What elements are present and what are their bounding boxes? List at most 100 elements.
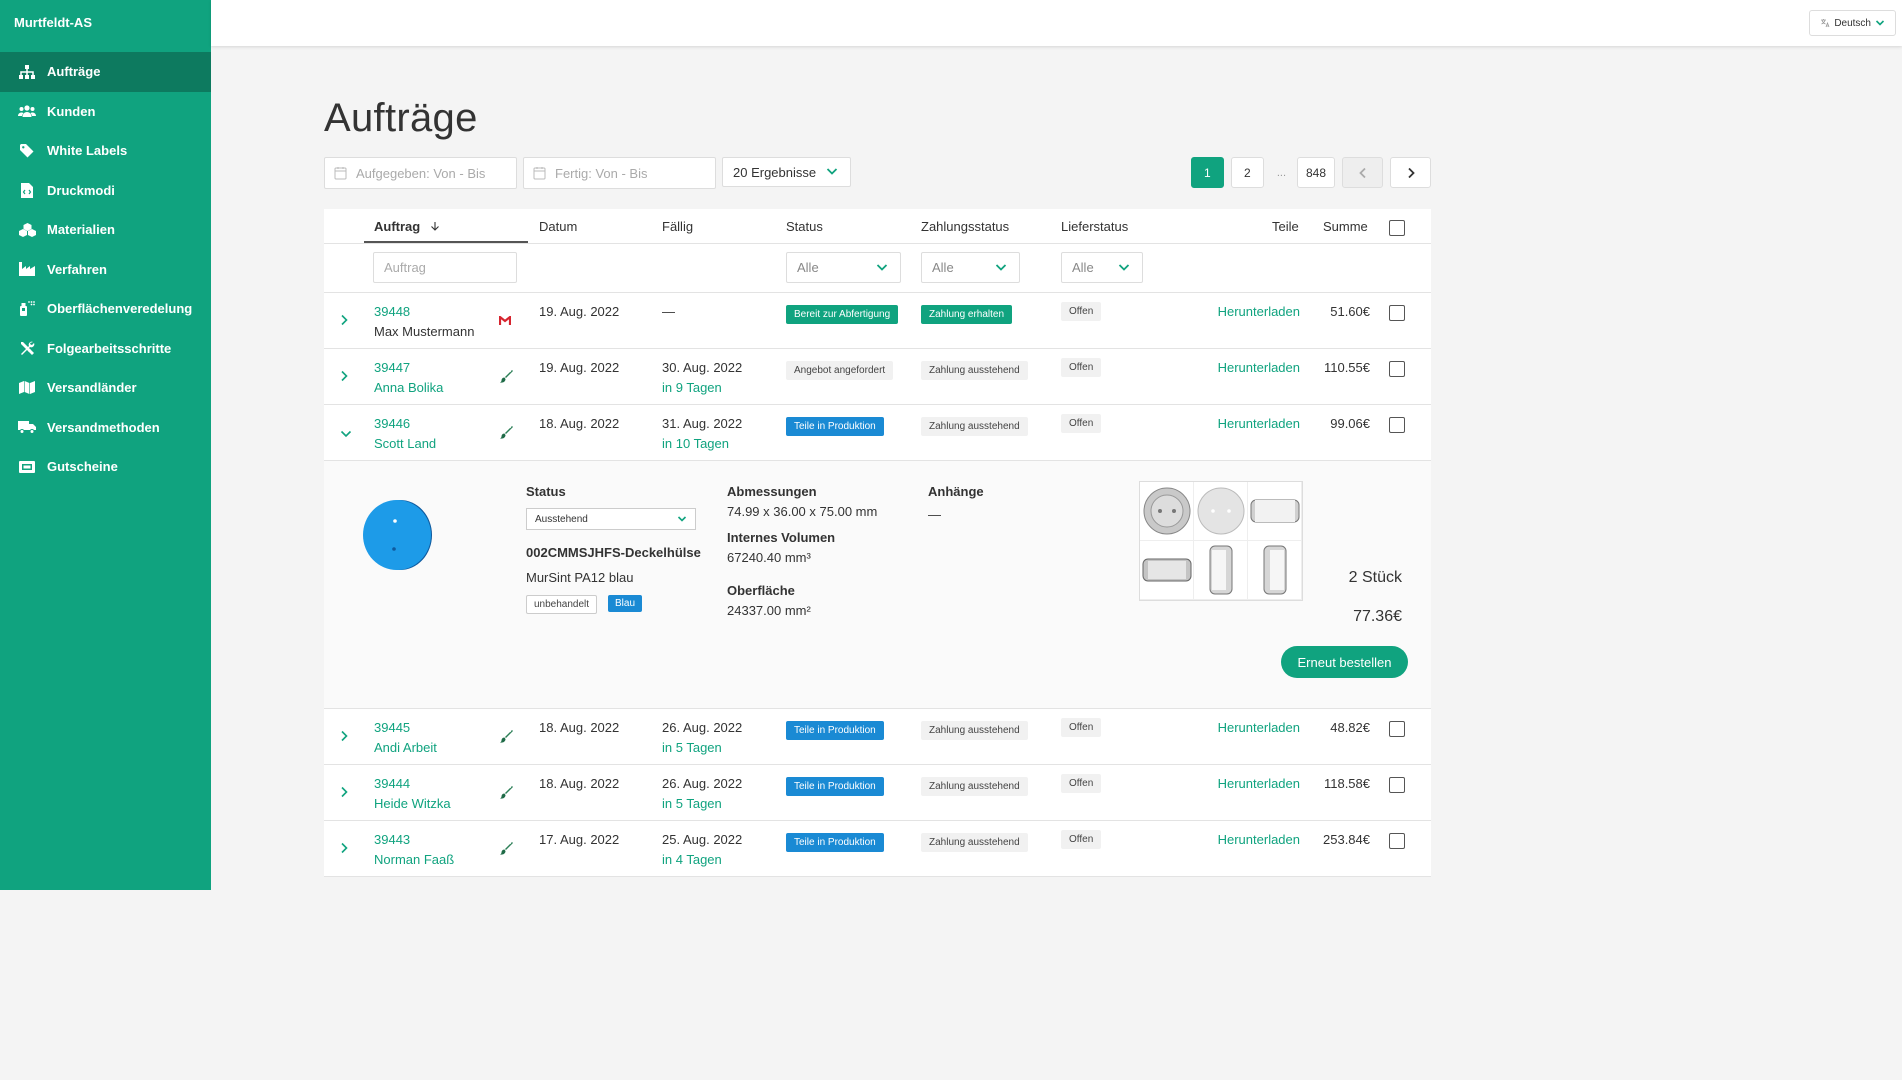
customer-name[interactable]: Anna Bolika	[374, 380, 443, 395]
column-header-status[interactable]: Status	[786, 219, 823, 234]
sidebar-item-white-labels[interactable]: White Labels	[0, 131, 211, 171]
next-page-button[interactable]	[1390, 157, 1431, 188]
part-views-grid[interactable]	[1139, 481, 1303, 601]
sidebar-item-verfahren[interactable]: Verfahren	[0, 250, 211, 290]
sort-indicator	[364, 241, 528, 243]
due-date: 31. Aug. 2022	[662, 416, 743, 431]
order-id-link[interactable]: 39447	[374, 360, 410, 375]
table-row[interactable]: 39446 Scott Land 18. Aug. 2022 31. Aug. 202…	[324, 405, 1431, 461]
row-checkbox[interactable]	[1389, 417, 1405, 433]
language-select[interactable]: Deutsch	[1809, 10, 1896, 36]
download-parts-link[interactable]: Herunterladen	[1218, 416, 1300, 431]
sidebar-item-oberflächenveredelung[interactable]: Oberflächenveredelung	[0, 289, 211, 329]
expand-row-button[interactable]	[340, 785, 348, 803]
sidebar-item-folgearbeitsschritte[interactable]: Folgearbeitsschritte	[0, 329, 211, 369]
row-checkbox[interactable]	[1389, 305, 1405, 321]
placed-date-range-input[interactable]: Aufgegeben: Von - Bis	[324, 157, 517, 189]
order-id-link[interactable]: 39448	[374, 304, 410, 319]
order-search-input[interactable]: Auftrag	[373, 252, 517, 283]
status-badge: Teile in Produktion	[786, 833, 884, 852]
delivery-status-badge: Offen	[1061, 302, 1102, 321]
customer-name[interactable]: Andi Arbeit	[374, 740, 437, 755]
table-header: Auftrag Datum Fällig Status Zahlungsstat…	[324, 209, 1431, 244]
reorder-button[interactable]: Erneut bestellen	[1281, 646, 1408, 678]
page-button[interactable]: 1	[1190, 157, 1224, 188]
table-row[interactable]: 39444 Heide Witzka 18. Aug. 2022 26. Aug. 2…	[324, 765, 1431, 821]
collapse-row-button[interactable]	[340, 425, 352, 443]
brand-name[interactable]: Murtfeldt-AS	[0, 0, 211, 46]
sidebar-item-materialien[interactable]: Materialien	[0, 210, 211, 250]
row-checkbox[interactable]	[1389, 721, 1405, 737]
download-parts-link[interactable]: Herunterladen	[1218, 832, 1300, 847]
part-view-thumbnail[interactable]	[1248, 482, 1302, 541]
order-id-link[interactable]: 39445	[374, 720, 410, 735]
order-id-link[interactable]: 39444	[374, 776, 410, 791]
sidebar-item-versandmethoden[interactable]: Versandmethoden	[0, 408, 211, 448]
download-parts-link[interactable]: Herunterladen	[1218, 720, 1300, 735]
column-header-due[interactable]: Fällig	[662, 219, 693, 234]
results-per-page-select[interactable]: 20 Ergebnisse	[722, 157, 851, 187]
order-id-link[interactable]: 39443	[374, 832, 410, 847]
expand-row-button[interactable]	[340, 729, 348, 747]
truck-icon	[18, 418, 36, 436]
column-header-delivery[interactable]: Lieferstatus	[1061, 219, 1128, 234]
table-row[interactable]: 39443 Norman Faaß 17. Aug. 2022 25. Aug. 20…	[324, 821, 1431, 877]
expand-row-button[interactable]	[340, 841, 348, 859]
page-button[interactable]: 848	[1297, 157, 1335, 188]
expand-row-button[interactable]	[340, 369, 348, 387]
payment-status-badge: Zahlung ausstehend	[921, 833, 1028, 852]
expand-row-button[interactable]	[340, 313, 348, 331]
download-parts-link[interactable]: Herunterladen	[1218, 304, 1300, 319]
placed-date-placeholder: Aufgegeben: Von - Bis	[356, 165, 486, 181]
sidebar-item-label: Materialien	[47, 222, 115, 238]
part-view-thumbnail[interactable]	[1194, 482, 1248, 541]
sidebar-item-gutscheine[interactable]: Gutscheine	[0, 447, 211, 487]
row-checkbox[interactable]	[1389, 833, 1405, 849]
sidebar-item-druckmodi[interactable]: Druckmodi	[0, 171, 211, 211]
column-header-order[interactable]: Auftrag	[374, 219, 440, 234]
customer-name[interactable]: Scott Land	[374, 436, 436, 451]
payment-filter-value: Alle	[932, 260, 954, 275]
due-relative: in 10 Tagen	[662, 436, 729, 451]
surface-value: 24337.00 mm²	[727, 603, 811, 618]
download-parts-link[interactable]: Herunterladen	[1218, 360, 1300, 375]
table-row[interactable]: 39448 Max Mustermann 19. Aug. 2022 — Bereit …	[324, 293, 1431, 349]
brush-icon	[500, 786, 513, 799]
sidebar-item-kunden[interactable]: Kunden	[0, 92, 211, 132]
chevron-down-icon	[677, 516, 687, 522]
part-status-select[interactable]: Ausstehend	[526, 508, 696, 530]
delivery-filter-select[interactable]: Alle	[1061, 252, 1143, 283]
payment-filter-select[interactable]: Alle	[921, 252, 1020, 283]
customer-name[interactable]: Norman Faaß	[374, 852, 454, 867]
row-checkbox[interactable]	[1389, 361, 1405, 377]
table-row[interactable]: 39447 Anna Bolika 19. Aug. 2022 30. Aug. 20…	[324, 349, 1431, 405]
table-row[interactable]: 39445 Andi Arbeit 18. Aug. 2022 26. Aug. 20…	[324, 709, 1431, 765]
order-id-link[interactable]: 39446	[374, 416, 410, 431]
customer-name[interactable]: Heide Witzka	[374, 796, 451, 811]
sidebar-item-versandländer[interactable]: Versandländer	[0, 368, 211, 408]
part-view-thumbnail[interactable]	[1140, 482, 1194, 541]
customer-name: Max Mustermann	[374, 324, 475, 339]
column-header-sum[interactable]: Summe	[1323, 219, 1368, 234]
part-view-thumbnail[interactable]	[1194, 541, 1248, 600]
sidebar-item-label: Kunden	[47, 103, 96, 119]
delivery-status-badge: Offen	[1061, 414, 1102, 433]
part-quantity: 2 Stück	[1348, 569, 1402, 586]
part-view-thumbnail[interactable]	[1140, 541, 1194, 600]
column-header-date[interactable]: Datum	[539, 219, 577, 234]
row-checkbox[interactable]	[1389, 777, 1405, 793]
part-view-thumbnail[interactable]	[1248, 541, 1302, 600]
page-button[interactable]: 2	[1230, 157, 1264, 188]
select-all-checkbox[interactable]	[1389, 220, 1405, 236]
sidebar-item-aufträge[interactable]: Aufträge	[0, 52, 211, 92]
due-date: —	[662, 304, 675, 319]
previous-page-button[interactable]	[1342, 157, 1383, 188]
payment-status-badge: Zahlung ausstehend	[921, 777, 1028, 796]
column-header-payment[interactable]: Zahlungsstatus	[921, 219, 1009, 234]
chevron-down-icon	[995, 264, 1007, 271]
finished-date-range-input[interactable]: Fertig: Von - Bis	[523, 157, 716, 189]
part-preview-image[interactable]	[362, 499, 434, 571]
download-parts-link[interactable]: Herunterladen	[1218, 776, 1300, 791]
m-logo-icon	[498, 314, 512, 326]
status-filter-select[interactable]: Alle	[786, 252, 901, 283]
